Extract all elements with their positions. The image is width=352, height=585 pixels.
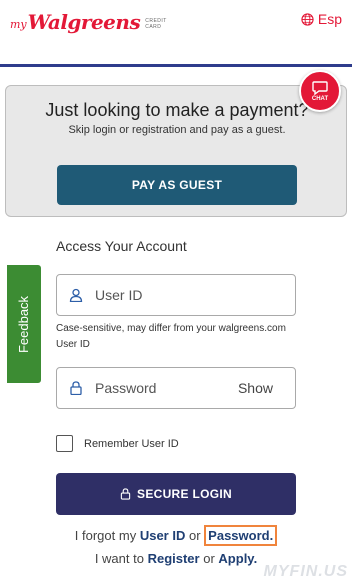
password-placeholder: Password [95,380,157,396]
remember-label: Remember User ID [84,437,179,450]
user-id-hint: Case-sensitive, may differ from your wal… [56,323,286,350]
header: my Walgreens CREDIT CARD Esp [0,0,352,67]
forgot-prefix: I forgot my [74,528,137,543]
pay-as-guest-button[interactable]: PAY AS GUEST [57,165,297,205]
chat-bubble-icon [312,80,328,95]
chat-label: CHAT [311,95,329,102]
login-page: my Walgreens CREDIT CARD Esp Just lookin… [0,0,352,585]
guest-payment-subtitle: Skip login or registration and pay as a … [68,124,286,136]
secure-login-label: SECURE LOGIN [137,487,232,501]
remember-checkbox[interactable] [56,435,73,452]
password-field[interactable]: Password Show [56,367,296,409]
want-prefix: I want to [94,551,144,566]
access-account-heading: Access Your Account [56,238,187,254]
lock-icon [120,488,131,500]
header-divider [0,64,352,67]
user-icon [69,288,83,302]
guest-payment-title: Just looking to make a payment? [45,100,309,120]
guest-payment-panel: Just looking to make a payment? Skip log… [5,85,347,217]
user-id-field[interactable]: User ID [56,274,296,316]
forgot-password-link[interactable]: Password. [204,525,278,546]
forgot-user-id-link[interactable]: User ID [140,528,186,543]
forgot-or: or [188,528,201,543]
language-toggle[interactable]: Esp [301,11,342,27]
chat-button[interactable]: CHAT [299,70,341,112]
globe-icon [301,12,314,26]
logo-prefix: my [10,18,27,31]
logo-brand: Walgreens [27,10,141,34]
show-password-button[interactable]: Show [238,380,273,396]
feedback-label: Feedback [16,295,32,353]
feedback-tab[interactable]: Feedback [7,265,41,383]
apply-link[interactable]: Apply. [218,551,257,566]
watermark: MYFIN.US [263,563,348,580]
secure-login-button[interactable]: SECURE LOGIN [56,473,296,515]
apply-or: or [203,551,215,566]
walgreens-credit-card-logo[interactable]: my Walgreens CREDIT CARD [10,10,175,34]
remember-user-id[interactable]: Remember User ID [56,435,179,452]
forgot-credentials-line: I forgot my User ID or Password. [0,525,352,546]
user-id-placeholder: User ID [95,287,143,303]
lock-icon [70,381,82,395]
register-link[interactable]: Register [148,551,200,566]
language-label: Esp [317,11,342,27]
logo-subtitle: CREDIT CARD [145,18,167,30]
